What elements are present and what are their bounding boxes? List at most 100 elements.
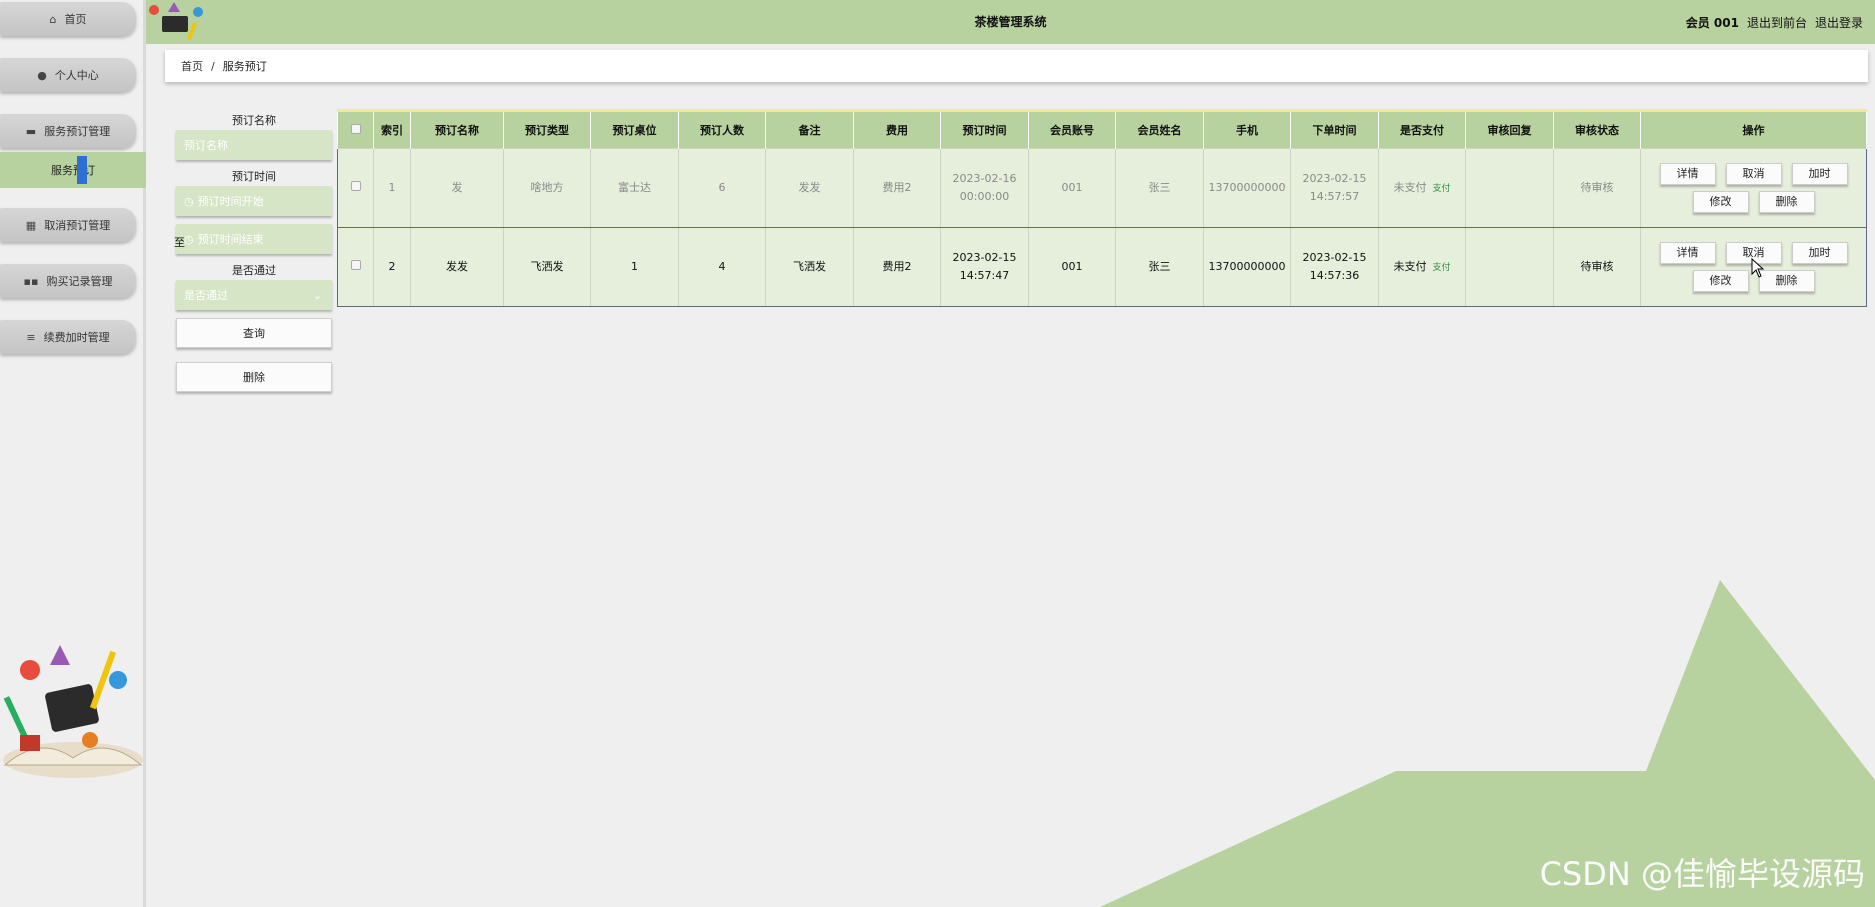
cell-remark: 飞洒发 — [765, 227, 854, 307]
apps-icon: ▪▪ — [23, 274, 39, 288]
cell-fee: 费用2 — [853, 227, 941, 307]
cell-name: 发 — [410, 148, 504, 228]
row-select-cell[interactable] — [337, 148, 374, 228]
sidebar-item-cancel-booking[interactable]: ▦ 取消预订管理 — [0, 208, 136, 242]
cell-type: 飞洒发 — [503, 227, 591, 307]
cancel-button[interactable]: 取消 — [1725, 163, 1782, 185]
sidebar-item-label: 购买记录管理 — [46, 275, 113, 288]
booking-table: 索引 预订名称 预订类型 预订桌位 预订人数 备注 费用 预订时间 会员账号 会… — [337, 109, 1867, 307]
user-label: 会员 001 — [1685, 16, 1739, 30]
query-button[interactable]: 查询 — [176, 318, 332, 348]
select-all-cell[interactable] — [337, 109, 374, 149]
cell-book-time: 2023-02-16 00:00:00 — [940, 148, 1029, 228]
grid-icon: ▦ — [25, 218, 37, 232]
breadcrumb-home[interactable]: 首页 — [181, 58, 203, 74]
name-label: 预订名称 — [232, 114, 276, 127]
edit-button[interactable]: 修改 — [1692, 270, 1749, 292]
app-title: 茶楼管理系统 — [974, 15, 1047, 29]
sidebar-item-purchase-records[interactable]: ▪▪ 购买记录管理 — [0, 264, 136, 298]
name-input[interactable]: 预订名称 — [176, 130, 332, 160]
sidebar: ⌂ 首页 ● 个人中心 ▬ 服务预订管理 服务预订 ▦ 取消预订管理 ▪▪ 购买… — [0, 0, 146, 907]
cell-member-name: 张三 — [1115, 148, 1204, 228]
breadcrumb: 首页 / 服务预订 — [165, 50, 1868, 82]
name-placeholder: 预订名称 — [184, 139, 228, 152]
table-row: 2 发发 飞洒发 1 4 飞洒发 费用2 2023-02-15 14:57:47… — [337, 227, 1867, 307]
paid-status: 未支付 — [1393, 180, 1427, 194]
extend-button[interactable]: 加时 — [1791, 163, 1848, 185]
cell-fee: 费用2 — [853, 148, 941, 228]
delete-row-button[interactable]: 删除 — [1758, 191, 1815, 213]
cell-phone: 13700000000 — [1203, 148, 1291, 228]
column-header: 预订时间 — [940, 109, 1029, 149]
cell-name: 发发 — [410, 227, 504, 307]
cell-member-name: 张三 — [1115, 227, 1204, 307]
column-header: 预订类型 — [503, 109, 591, 149]
sidebar-item-label: 续费加时管理 — [43, 331, 110, 344]
column-header: 索引 — [373, 109, 411, 149]
cell-type: 啥地方 — [503, 148, 591, 228]
row-select-cell[interactable] — [337, 227, 374, 307]
column-header: 操作 — [1640, 109, 1867, 149]
sidebar-item-renewal[interactable]: ≡ 续费加时管理 — [0, 320, 136, 354]
sidebar-item-label: 首页 — [64, 13, 87, 26]
sidebar-item-service-booking[interactable]: ▬ 服务预订管理 — [0, 114, 136, 148]
time-end-input[interactable]: ◷ 预订时间结束 — [176, 224, 332, 254]
column-header: 预订名称 — [410, 109, 504, 149]
logout-link[interactable]: 退出登录 — [1815, 14, 1863, 31]
column-header: 审核状态 — [1553, 109, 1641, 149]
pay-link[interactable]: 支付 — [1432, 184, 1450, 194]
column-header: 是否支付 — [1378, 109, 1466, 149]
sidebar-item-home[interactable]: ⌂ 首页 — [0, 2, 136, 36]
paid-status: 未支付 — [1393, 259, 1427, 273]
back-to-school-illustration — [3, 645, 143, 778]
column-header: 会员账号 — [1028, 109, 1116, 149]
sidebar-item-label: 取消预订管理 — [44, 219, 111, 232]
cell-order-time: 2023-02-15 14:57:36 — [1290, 227, 1379, 307]
time-start-placeholder: 预订时间开始 — [197, 195, 264, 208]
clock-icon: ◷ — [184, 232, 194, 246]
passed-label: 是否通过 — [232, 264, 276, 277]
table-header-row: 索引 预订名称 预订类型 预订桌位 预订人数 备注 费用 预订时间 会员账号 会… — [337, 109, 1867, 149]
edit-button[interactable]: 修改 — [1692, 191, 1749, 213]
column-header: 费用 — [853, 109, 941, 149]
cell-order-time: 2023-02-15 14:57:57 — [1290, 148, 1379, 228]
breadcrumb-current: 服务预订 — [222, 60, 267, 73]
sidebar-item-label: 个人中心 — [54, 69, 99, 82]
delete-row-button[interactable]: 删除 — [1758, 270, 1815, 292]
time-label: 预订时间 — [232, 170, 276, 183]
extend-button[interactable]: 加时 — [1791, 242, 1848, 264]
cell-review-status: 待审核 — [1553, 227, 1641, 307]
cell-paid: 未支付 支付 — [1378, 227, 1466, 307]
detail-button[interactable]: 详情 — [1659, 163, 1716, 185]
table-row: 1 发 啥地方 富士达 6 发发 费用2 2023-02-16 00:00:00… — [337, 148, 1867, 228]
row-checkbox[interactable] — [350, 181, 361, 191]
cell-index: 2 — [373, 227, 411, 307]
home-icon: ⌂ — [49, 12, 57, 26]
cell-review-reply — [1465, 227, 1554, 307]
passed-select[interactable]: 是否通过 ⌄ — [176, 280, 332, 310]
cell-table-no: 1 — [590, 227, 679, 307]
cell-book-time: 2023-02-15 14:57:47 — [940, 227, 1029, 307]
cell-actions: 详情 取消 加时 修改 删除 — [1640, 148, 1867, 228]
sidebar-item-label: 服务预订管理 — [44, 125, 111, 138]
column-header: 手机 — [1203, 109, 1291, 149]
select-all-checkbox[interactable] — [350, 123, 361, 134]
selection-indicator — [77, 156, 87, 184]
monitor-icon: ▬ — [25, 124, 37, 138]
sidebar-subitem-service-booking[interactable]: 服务预订 — [0, 152, 146, 188]
row-checkbox[interactable] — [350, 260, 361, 270]
user-area: 会员 001 退出到前台 退出登录 — [1686, 14, 1863, 31]
mouse-cursor-icon — [1751, 258, 1765, 278]
detail-button[interactable]: 详情 — [1659, 242, 1716, 264]
search-form: 预订名称 预订名称 预订时间 ◷ 预订时间开始 至 ◷ 预订时间结束 是否通过 … — [174, 112, 332, 392]
time-start-input[interactable]: ◷ 预订时间开始 — [176, 186, 332, 216]
back-to-front-link[interactable]: 退出到前台 — [1747, 14, 1807, 31]
column-header: 下单时间 — [1290, 109, 1379, 149]
cell-table-no: 富士达 — [590, 148, 679, 228]
cell-account: 001 — [1028, 148, 1116, 228]
cell-people: 6 — [678, 148, 766, 228]
sidebar-item-profile[interactable]: ● 个人中心 — [0, 58, 136, 92]
delete-button[interactable]: 删除 — [176, 362, 332, 392]
pay-link[interactable]: 支付 — [1432, 263, 1450, 273]
column-header: 备注 — [765, 109, 854, 149]
